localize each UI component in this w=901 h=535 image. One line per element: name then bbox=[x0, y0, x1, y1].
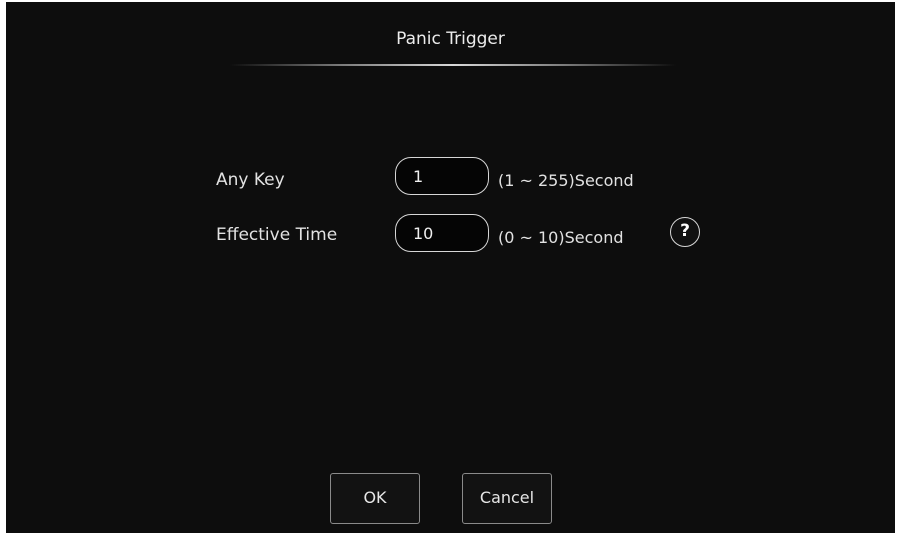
any-key-input[interactable] bbox=[395, 157, 489, 195]
cancel-button[interactable]: Cancel bbox=[462, 473, 552, 524]
any-key-label: Any Key bbox=[216, 170, 285, 190]
ok-button[interactable]: OK bbox=[330, 473, 420, 524]
effective-time-range-hint: (0 ~ 10)Second bbox=[498, 228, 624, 247]
effective-time-input[interactable] bbox=[395, 214, 489, 252]
effective-time-label: Effective Time bbox=[216, 225, 338, 245]
title-divider bbox=[230, 64, 676, 66]
panic-trigger-dialog: Panic Trigger Any Key (1 ~ 255)Second Ef… bbox=[6, 2, 895, 533]
any-key-range-hint: (1 ~ 255)Second bbox=[498, 171, 634, 190]
dialog-title: Panic Trigger bbox=[396, 29, 505, 49]
question-mark-icon[interactable]: ? bbox=[670, 217, 700, 247]
